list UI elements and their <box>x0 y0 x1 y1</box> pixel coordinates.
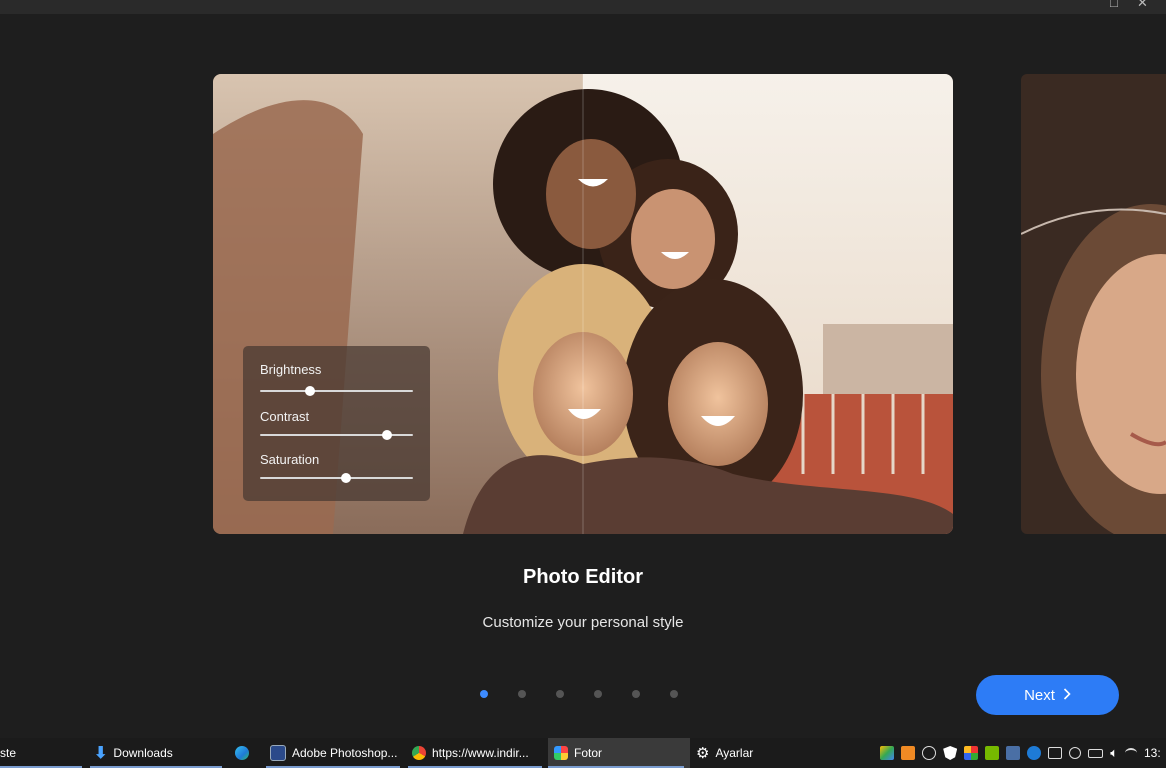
taskbar-item-label: Adobe Photoshop... <box>292 746 398 760</box>
pagination-dot[interactable] <box>480 690 488 698</box>
title-bar: □ ✕ <box>0 0 1166 14</box>
contrast-label: Contrast <box>260 409 310 424</box>
next-button[interactable]: Next <box>976 675 1119 715</box>
brightness-label: Brightness <box>260 362 322 377</box>
nvidia-icon[interactable] <box>985 746 1000 760</box>
close-icon[interactable]: ✕ <box>1137 0 1148 10</box>
pagination-dot[interactable] <box>594 690 602 698</box>
pagination-dot[interactable] <box>632 690 640 698</box>
slide-subtitle: Customize your personal style <box>482 614 684 631</box>
taskbar-item-chrome[interactable]: https://www.indir... <box>408 738 546 768</box>
taskbar-item-ste[interactable]: ste <box>0 738 82 768</box>
battery-icon[interactable] <box>1088 748 1104 758</box>
slide-title: Photo Editor <box>523 566 643 588</box>
app-tray-icon[interactable] <box>901 746 916 760</box>
maximize-icon[interactable]: □ <box>1110 0 1118 10</box>
system-tray: 🔈︎ 13: <box>880 738 1166 768</box>
taskbar-item-ayarlar[interactable]: ⚙ Ayarlar <box>692 738 826 768</box>
photoshop-installer-icon <box>270 745 286 761</box>
taskbar-item-edge[interactable] <box>232 738 261 768</box>
onboarding-view: Brightness Contrast Saturation Photo Edi… <box>0 14 1166 738</box>
adjustment-panel: Brightness Contrast Saturation <box>243 346 430 501</box>
contrast-slider-knob[interactable] <box>381 430 392 440</box>
taskbar-item-label: ste <box>0 746 17 760</box>
creative-cloud-icon[interactable] <box>922 746 937 760</box>
fotor-icon <box>554 746 568 760</box>
saturation-label: Saturation <box>260 452 320 467</box>
network-app-icon[interactable] <box>1006 746 1021 760</box>
pagination-dot[interactable] <box>556 690 564 698</box>
brightness-slider[interactable] <box>260 386 413 396</box>
taskbar-item-label: Ayarlar <box>715 746 754 760</box>
bluetooth-icon[interactable] <box>1027 746 1042 760</box>
chrome-icon <box>412 746 426 760</box>
wifi-icon[interactable] <box>1125 748 1137 758</box>
colorful-app-icon[interactable] <box>964 746 979 760</box>
taskbar-item-downloads[interactable]: ⬇ Downloads <box>90 738 226 768</box>
taskbar-item-photoshop[interactable]: Adobe Photoshop... <box>266 738 404 768</box>
saturation-slider[interactable] <box>260 473 413 483</box>
camera-icon[interactable] <box>1069 747 1082 759</box>
volume-icon[interactable]: 🔈︎ <box>1110 745 1118 761</box>
taskbar-clock[interactable]: 13: <box>1144 746 1162 760</box>
taskbar-item-fotor[interactable]: Fotor <box>548 738 690 768</box>
edge-icon <box>235 746 249 760</box>
google-drive-icon[interactable] <box>880 746 895 760</box>
chevron-right-icon <box>1063 687 1071 704</box>
display-icon[interactable] <box>1048 747 1063 759</box>
contrast-slider[interactable] <box>260 430 413 440</box>
taskbar-item-label: Fotor <box>574 746 603 760</box>
brightness-slider-knob[interactable] <box>305 386 316 396</box>
next-button-label: Next <box>1024 686 1055 704</box>
next-slide-preview <box>1021 74 1166 534</box>
taskbar-item-label: https://www.indir... <box>432 746 529 760</box>
download-arrow-icon: ⬇ <box>94 745 108 762</box>
saturation-slider-knob[interactable] <box>340 473 351 483</box>
gear-icon: ⚙ <box>696 745 710 762</box>
taskbar: ste ⬇ Downloads Adobe Photoshop... https… <box>0 738 1166 768</box>
pagination-dot[interactable] <box>518 690 526 698</box>
taskbar-item-label: Downloads <box>113 746 173 760</box>
pagination-dot[interactable] <box>670 690 678 698</box>
security-shield-icon[interactable] <box>943 746 958 760</box>
